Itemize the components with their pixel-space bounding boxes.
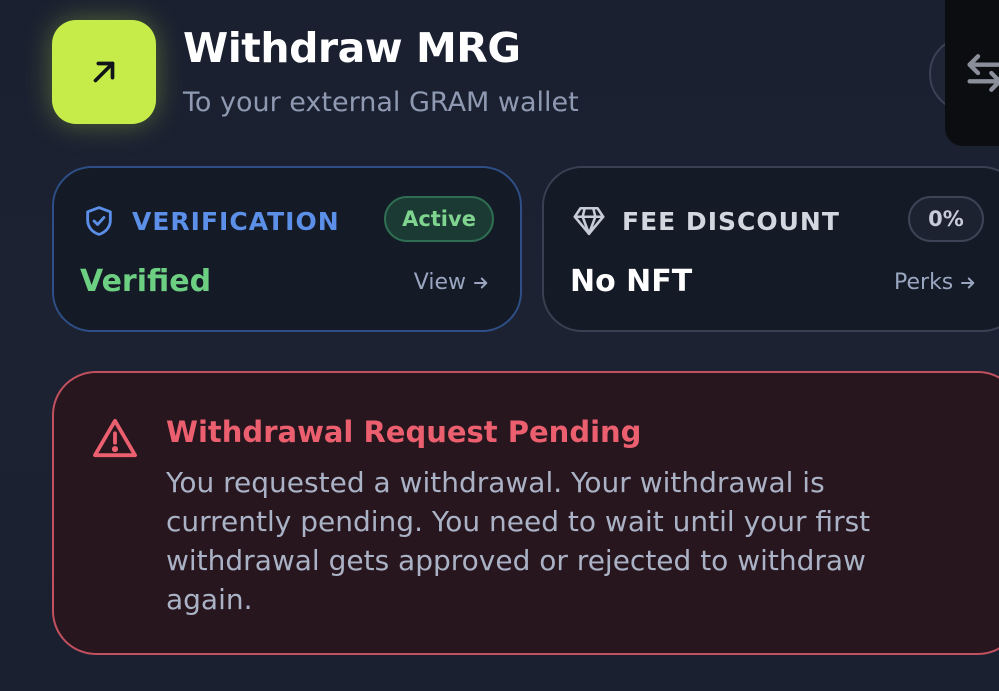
- alert-title: Withdrawal Request Pending: [166, 415, 642, 449]
- fee-discount-card-header: FEE DISCOUNT: [572, 204, 840, 238]
- fee-discount-label: FEE DISCOUNT: [622, 206, 840, 236]
- perks-link-label: Perks: [894, 270, 954, 295]
- verification-status: Verified: [80, 264, 212, 299]
- side-swap-panel[interactable]: [945, 0, 999, 146]
- verification-card: VERIFICATION Active Verified View: [52, 166, 522, 332]
- arrow-right-icon: [961, 277, 975, 288]
- withdraw-screen: Withdraw MRG To your external GRAM walle…: [0, 0, 999, 691]
- diamond-icon: [573, 206, 605, 236]
- pending-withdrawal-alert: Withdrawal Request Pending You requested…: [52, 371, 999, 655]
- shield-check-icon: [86, 206, 112, 236]
- fee-discount-card: FEE DISCOUNT 0% No NFT Perks: [542, 166, 999, 332]
- swap-arrows-icon: [967, 54, 999, 92]
- arrow-right-icon: [474, 277, 488, 288]
- status-badge: Active: [384, 196, 494, 242]
- view-verification-link[interactable]: View: [414, 270, 490, 295]
- page-subtitle: To your external GRAM wallet: [183, 87, 579, 118]
- page-title: Withdraw MRG: [183, 24, 521, 72]
- verification-label: VERIFICATION: [132, 206, 340, 236]
- alert-message: You requested a withdrawal. Your withdra…: [166, 466, 871, 616]
- perks-link[interactable]: Perks: [894, 270, 977, 295]
- arrow-up-right-icon: [93, 61, 115, 83]
- discount-badge: 0%: [908, 196, 984, 242]
- withdraw-header-icon: [52, 20, 156, 124]
- warning-triangle-icon: [93, 418, 137, 458]
- view-link-label: View: [413, 270, 466, 295]
- verification-card-header: VERIFICATION: [82, 204, 340, 238]
- nft-status: No NFT: [570, 264, 693, 299]
